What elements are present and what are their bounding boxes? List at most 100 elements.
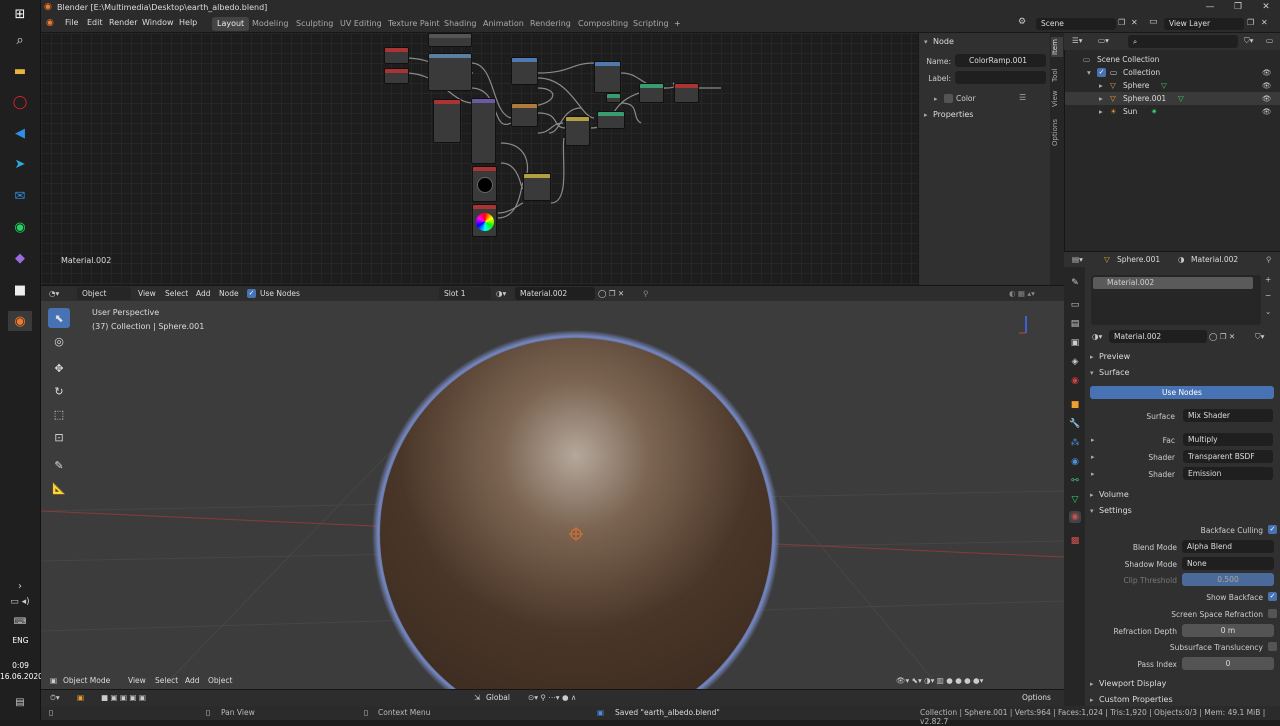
menu-help[interactable]: Help — [179, 18, 197, 27]
timeline-editor-icon[interactable]: ⏱▾ — [50, 693, 60, 703]
new-collection-icon[interactable]: ▭ — [1266, 36, 1273, 45]
preview-section[interactable]: Preview — [1099, 352, 1130, 361]
refraction-depth-field[interactable]: 0 m — [1182, 624, 1274, 637]
file-explorer-icon[interactable]: ▬ — [8, 61, 32, 81]
notification-icon[interactable]: ▤ — [8, 692, 32, 712]
scale-icon[interactable]: ⬚ — [48, 404, 70, 424]
fac-input-dropdown[interactable]: Multiply — [1183, 433, 1273, 446]
transform-icon[interactable]: ⊡ — [48, 427, 70, 447]
tab-item[interactable]: Item — [1051, 37, 1063, 57]
breadcrumb-material[interactable]: Material.002 — [1191, 255, 1238, 264]
surface-shader-dropdown[interactable]: Mix Shader — [1183, 409, 1273, 422]
annotate-icon[interactable]: ✎ — [48, 455, 70, 475]
object-mode-icon[interactable]: ▣ — [50, 676, 57, 685]
material-link-icon[interactable]: ⛉▾ — [1255, 332, 1264, 342]
menu-select[interactable]: Select — [165, 289, 188, 298]
clock-date[interactable]: 16.06.2020 — [0, 672, 43, 681]
pivot-snap-icons[interactable]: ⊙▾ ⚲ ⋯▾ ● ∧ — [528, 693, 576, 702]
settings-section[interactable]: Settings — [1099, 506, 1132, 515]
show-backface-checkbox[interactable]: ✓ — [1268, 592, 1277, 601]
clip-threshold-slider[interactable]: 0.500 — [1182, 573, 1274, 586]
mail-icon[interactable]: ✉ — [8, 186, 32, 206]
tab-sculpting[interactable]: Sculpting — [291, 17, 338, 31]
scene-icon[interactable]: ⚙ — [1018, 17, 1026, 27]
pin-icon[interactable]: ⚲ — [643, 289, 649, 298]
chevron-right-icon[interactable]: ▸ — [924, 111, 928, 119]
node-label-field[interactable] — [955, 71, 1046, 84]
object-tab-icon[interactable]: ■ — [1069, 399, 1081, 411]
close-button[interactable]: ✕ — [1252, 0, 1280, 15]
select-mode-icons[interactable]: ■ ▣ ▣ ▣ ▣ — [101, 693, 146, 702]
visual-studio-icon[interactable]: ◆ — [8, 248, 32, 268]
viewport-visibility-icons[interactable]: 👁▾ ⬉▾ ◑▾ ▥ ● ● ● ●▾ — [896, 676, 983, 685]
blend-mode-dropdown[interactable]: Alpha Blend — [1182, 540, 1274, 553]
filter-icon[interactable]: ⛉▾ — [1244, 36, 1253, 46]
scene-tab-icon[interactable]: ◈ — [1069, 356, 1081, 368]
ssr-checkbox[interactable] — [1268, 609, 1277, 618]
properties-editor-icon[interactable]: ▤▾ — [1072, 255, 1083, 264]
texture-tab-icon[interactable]: ▩ — [1069, 535, 1081, 547]
modifier-tab-icon[interactable]: 🔧 — [1069, 418, 1081, 430]
menu-window[interactable]: Window — [142, 18, 174, 27]
remove-slot-icon[interactable]: − — [1265, 291, 1271, 300]
node-mix-shader[interactable] — [639, 83, 664, 103]
slot-menu-icon[interactable]: ⌄ — [1265, 307, 1271, 316]
material-slot-list[interactable]: Material.002 — [1091, 275, 1261, 325]
tab-rendering[interactable]: Rendering — [525, 17, 576, 31]
language-indicator[interactable]: ENG — [0, 636, 41, 645]
outliner-editor-icon[interactable]: ☰▾ — [1072, 36, 1083, 45]
pin-icon[interactable]: ⚲ — [1266, 255, 1272, 264]
select-box-icon[interactable]: ⬉ — [48, 308, 70, 328]
tab-layout[interactable]: Layout — [212, 17, 250, 31]
clock-time[interactable]: 0:09 — [0, 661, 41, 670]
telegram-icon[interactable]: ➤ — [8, 154, 32, 174]
custom-properties-section[interactable]: Custom Properties — [1099, 695, 1173, 704]
material-slot-item[interactable]: Material.002 — [1093, 277, 1253, 289]
menu-render[interactable]: Render — [109, 18, 137, 27]
tab-view[interactable]: View — [1051, 89, 1063, 109]
chevron-right-icon[interactable]: ▸ — [934, 95, 938, 103]
tool-tab-icon[interactable]: ✎ — [1069, 277, 1081, 289]
pass-index-field[interactable]: 0 — [1182, 657, 1274, 670]
outliner-collection[interactable]: ▾ ✓ ▭ Collection 👁 — [1065, 66, 1280, 79]
global-icon[interactable]: ⇲ — [474, 693, 480, 702]
list-icon[interactable]: ☰ — [1019, 93, 1026, 102]
blender-menu-icon[interactable]: ◉ — [46, 18, 54, 28]
use-nodes-checkbox[interactable]: ✓ — [247, 289, 256, 298]
editor-type-icon[interactable]: ◔▾ — [49, 289, 59, 298]
menu-node[interactable]: Node — [219, 289, 239, 298]
eye-icon[interactable]: 👁 — [1262, 79, 1272, 92]
menu-select[interactable]: Select — [155, 676, 178, 685]
outliner-sphere[interactable]: ▸ ▽ Sphere ▽ 👁 — [1065, 79, 1280, 92]
view-layer-field[interactable]: View Layer — [1164, 18, 1244, 30]
menu-view[interactable]: View — [138, 289, 156, 298]
material-browse-icon[interactable]: ◑▾ — [496, 289, 506, 298]
object-mode-dropdown[interactable]: Object Mode — [63, 676, 110, 685]
material-name-field[interactable]: Material.002 — [515, 287, 595, 300]
menu-view[interactable]: View — [128, 676, 146, 685]
viewport-display-section[interactable]: Viewport Display — [1099, 679, 1166, 688]
eye-icon[interactable]: 👁 — [1262, 105, 1272, 118]
outliner-sphere-001[interactable]: ▸ ▽ Sphere.001 ▽ 👁 — [1065, 92, 1280, 105]
chevron-down-icon[interactable]: ▾ — [924, 38, 928, 46]
output-tab-icon[interactable]: ▤ — [1069, 318, 1081, 330]
node-image-texture[interactable] — [428, 53, 472, 91]
add-slot-icon[interactable]: + — [1265, 275, 1271, 284]
physics-tab-icon[interactable]: ◉ — [1069, 456, 1081, 468]
cursor-icon[interactable]: ◎ — [48, 331, 70, 351]
keyframe-icon[interactable]: ▣ — [77, 693, 84, 702]
node-math-a[interactable] — [511, 103, 538, 127]
tab-shading[interactable]: Shading — [439, 17, 482, 31]
opera-icon[interactable]: ◯ — [8, 92, 32, 112]
rotate-icon[interactable]: ↻ — [48, 381, 70, 401]
tab-uv-editing[interactable]: UV Editing — [335, 17, 387, 31]
particles-tab-icon[interactable]: ⁂ — [1069, 437, 1081, 449]
sss-checkbox[interactable] — [1268, 642, 1277, 651]
fake-user-icon[interactable]: ◯ ❐ ✕ — [598, 289, 624, 298]
menu-add[interactable]: Add — [196, 289, 211, 298]
tab-modeling[interactable]: Modeling — [247, 17, 293, 31]
render-tab-icon[interactable]: ▭ — [1069, 299, 1081, 311]
node-color-ramp[interactable] — [597, 111, 625, 129]
minimize-button[interactable]: — — [1196, 0, 1224, 15]
node-texture-top[interactable] — [428, 33, 472, 47]
